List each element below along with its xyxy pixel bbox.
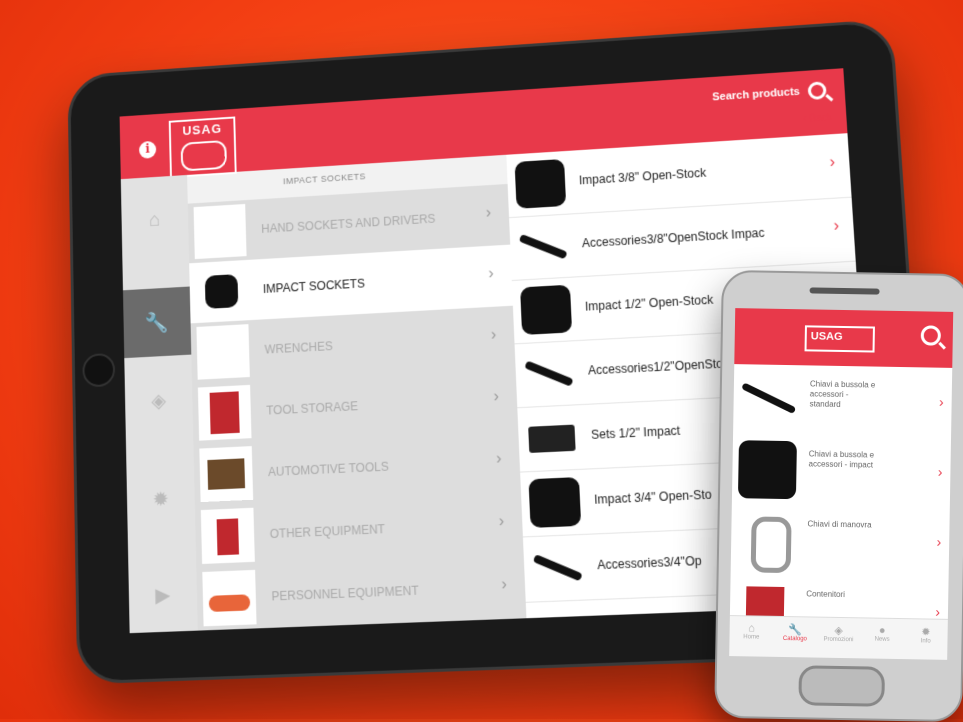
- product-thumbnail: [515, 159, 567, 209]
- chevron-right-icon: ›: [496, 450, 502, 468]
- chevron-right-icon: ›: [829, 154, 836, 172]
- chevron-right-icon: ›: [939, 394, 944, 410]
- chevron-right-icon: ›: [938, 464, 943, 480]
- item-thumbnail: [739, 370, 798, 429]
- chevron-right-icon: ›: [935, 604, 940, 620]
- home-icon[interactable]: ⌂: [121, 185, 189, 256]
- chevron-right-icon: ›: [833, 217, 840, 235]
- product-label: Impact 1/2" Open-Stock: [585, 293, 714, 314]
- product-label: Sets 1/2" Impact: [591, 424, 681, 442]
- phone-speaker: [810, 287, 880, 294]
- gear-icon[interactable]: ✹: [126, 463, 195, 535]
- logo-text: USAG: [811, 330, 843, 343]
- chevron-right-icon: ›: [501, 576, 507, 595]
- item-label: Chiavi a bussola e accessori - standard: [810, 379, 881, 410]
- dot-icon: ●: [860, 624, 904, 637]
- tab-label: Promozioni: [823, 637, 853, 644]
- product-label: Accessories3/8"OpenStock Impac: [582, 226, 765, 250]
- info-icon[interactable]: i: [139, 141, 156, 159]
- category-label: HAND SOCKETS AND DRIVERS: [261, 212, 436, 236]
- item-thumbnail: [737, 510, 796, 569]
- category-label: TOOL STORAGE: [266, 399, 358, 417]
- product-thumbnail: [520, 285, 572, 335]
- phone-list-item[interactable]: Chiavi a bussola e accessori - impact ›: [732, 434, 951, 509]
- chevron-right-icon: ›: [493, 388, 499, 406]
- wrench-icon[interactable]: 🔧: [123, 287, 191, 359]
- wrench-icon: 🔧: [773, 623, 817, 637]
- chevron-right-icon: ›: [485, 205, 491, 223]
- category-thumbnail: [201, 508, 255, 564]
- category-thumbnail: [199, 446, 253, 502]
- phone-top-bar: USAG: [734, 308, 953, 368]
- breadcrumb: IMPACT SOCKETS: [283, 171, 366, 186]
- gear-icon: ✹: [904, 625, 948, 639]
- tab-info[interactable]: ✹ Info: [904, 619, 948, 660]
- tag-icon[interactable]: ◈: [124, 364, 193, 436]
- category-thumbnail: [195, 264, 248, 319]
- chevron-right-icon: ›: [488, 265, 494, 283]
- category-label: AUTOMOTIVE TOOLS: [268, 460, 389, 480]
- phone-home-button[interactable]: [798, 665, 885, 706]
- usag-logo: USAG: [169, 116, 237, 177]
- usag-logo: USAG: [805, 325, 875, 352]
- tab-label: Info: [921, 638, 931, 644]
- category-thumbnail: [198, 385, 252, 441]
- phone-screen: USAG Chiavi a bussola e accessori - stan…: [729, 308, 953, 660]
- phone-list-item[interactable]: Chiavi a bussola e accessori - standard ›: [733, 364, 952, 439]
- tab-news[interactable]: ● News: [860, 618, 904, 659]
- product-label: Impact 3/4" Open-Sto: [594, 487, 712, 506]
- item-label: Chiavi a bussola e accessori - impact: [808, 449, 878, 470]
- home-icon: ⌂: [730, 622, 774, 635]
- logo-text: USAG: [171, 120, 234, 138]
- category-thumbnail: [202, 570, 256, 626]
- phone-tab-bar: ⌂ Home 🔧 Catalogo ◈ Promozioni ● News ✹ Info: [729, 615, 948, 660]
- search-products-button[interactable]: Search products: [712, 81, 827, 106]
- tag-icon: ◈: [817, 624, 861, 638]
- wrench-logo-icon: [181, 140, 227, 172]
- phone-list-item[interactable]: Chiavi di manovra ›: [731, 504, 950, 579]
- item-label: Chiavi di manovra: [807, 519, 877, 530]
- product-thumbnail: [528, 477, 581, 528]
- product-thumbnail: [531, 542, 584, 593]
- product-label: Impact 3/8" Open-Stock: [579, 166, 707, 188]
- category-item[interactable]: PERSONNEL EQUIPMENT ›: [196, 555, 526, 632]
- tab-promozioni[interactable]: ◈ Promozioni: [816, 618, 860, 659]
- category-label: IMPACT SOCKETS: [263, 277, 365, 296]
- search-icon: [807, 81, 826, 100]
- category-thumbnail: [196, 324, 249, 380]
- search-icon[interactable]: [921, 325, 941, 345]
- chevron-right-icon: ›: [498, 513, 504, 531]
- category-list: HAND SOCKETS AND DRIVERS › IMPACT SOCKETS…: [188, 184, 527, 631]
- category-thumbnail: [194, 204, 247, 259]
- side-rail: ⌂ 🔧 ◈ ✹ ▶: [121, 175, 198, 633]
- category-label: WRENCHES: [264, 339, 333, 356]
- item-thumbnail: [738, 440, 797, 499]
- tab-label: Home: [743, 634, 759, 640]
- back-link[interactable]: ‹ Back: [803, 112, 833, 125]
- product-label: Accessories1/2"OpenStock: [588, 356, 736, 378]
- tab-home[interactable]: ⌂ Home: [729, 616, 773, 657]
- product-thumbnail: [523, 348, 575, 399]
- search-label: Search products: [712, 86, 800, 103]
- item-label: Contenitori: [806, 589, 876, 600]
- tab-catalogo[interactable]: 🔧 Catalogo: [773, 617, 817, 658]
- chevron-right-icon: ›: [491, 326, 497, 344]
- product-thumbnail: [517, 222, 569, 272]
- tab-label: Catalogo: [783, 636, 807, 642]
- category-label: PERSONNEL EQUIPMENT: [271, 584, 419, 604]
- category-label: OTHER EQUIPMENT: [270, 522, 386, 541]
- chevron-right-icon: ›: [936, 534, 941, 550]
- play-icon[interactable]: ▶: [128, 558, 198, 631]
- product-thumbnail: [526, 412, 579, 463]
- tab-label: News: [875, 637, 890, 643]
- phone-device: USAG Chiavi a bussola e accessori - stan…: [714, 270, 963, 722]
- tablet-home-button[interactable]: [82, 353, 115, 388]
- product-label: Accessories3/4"Op: [597, 554, 702, 573]
